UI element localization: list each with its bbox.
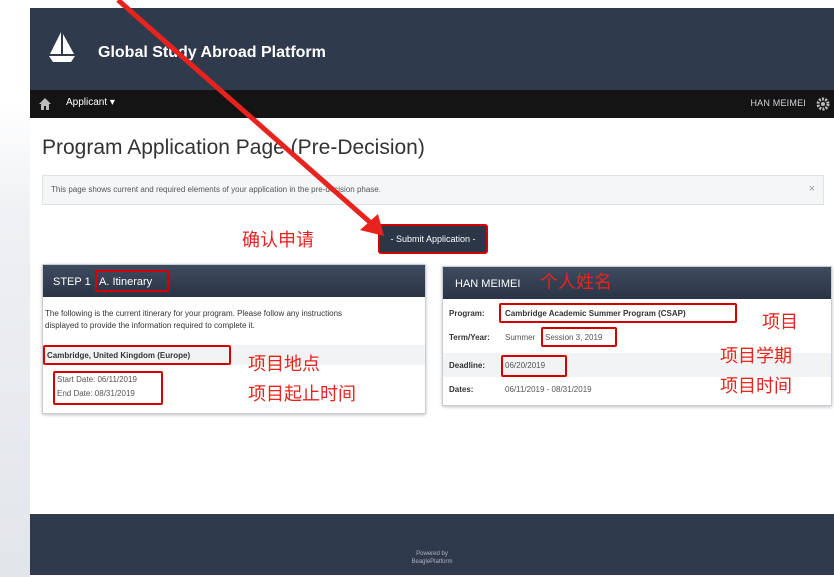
step-label: STEP 1 — [53, 276, 91, 288]
user-menu[interactable]: HAN MEIMEI — [750, 98, 806, 108]
home-icon[interactable] — [38, 97, 52, 111]
annotation-personal-name: 个人姓名 — [540, 272, 612, 292]
deadline-value: 06/20/2019 — [505, 361, 546, 370]
itinerary-description-2: displayed to provide the information req… — [45, 321, 255, 330]
itinerary-panel-header: STEP 1 A. Itinerary — [43, 265, 425, 297]
submit-application-button[interactable]: - Submit Application - — [378, 224, 488, 254]
annotation-location: 项目地点 — [248, 354, 320, 374]
program-label: Program: — [449, 309, 485, 318]
itinerary-location[interactable]: Cambridge, United Kingdom (Europe) — [47, 351, 190, 360]
page-edge-shade — [0, 0, 30, 577]
itinerary-title[interactable]: A. Itinerary — [99, 276, 152, 288]
term-value: Session 3, 2019 — [545, 333, 603, 342]
deadline-label: Deadline: — [449, 361, 486, 370]
program-value[interactable]: Cambridge Academic Summer Program (CSAP) — [505, 309, 686, 318]
app-window: Global Study Abroad Platform Applicant ▾… — [30, 8, 834, 575]
annotation-program: 项目 — [762, 312, 798, 332]
powered-by: Powered by BeaglePlatform — [30, 550, 834, 566]
profile-name: HAN MEIMEI — [455, 278, 521, 290]
gear-icon[interactable] — [816, 97, 830, 111]
brand-title[interactable]: Global Study Abroad Platform — [98, 44, 326, 62]
start-date: Start Date: 06/11/2019 — [57, 375, 137, 384]
close-icon[interactable]: × — [809, 183, 815, 195]
top-navbar: Applicant ▾ HAN MEIMEI — [30, 90, 834, 118]
info-alert: This page shows current and required ele… — [42, 175, 824, 205]
term-prefix: Summer — [505, 333, 536, 342]
applicant-menu[interactable]: Applicant ▾ — [66, 97, 115, 108]
platform-name[interactable]: BeaglePlatform — [30, 558, 834, 566]
dates-value: 06/11/2019 - 08/31/2019 — [505, 385, 592, 394]
app-header: Global Study Abroad Platform — [30, 8, 834, 90]
annotation-term: 项目学期 — [720, 346, 792, 366]
profile-panel-header: HAN MEIMEI — [443, 267, 831, 299]
footer: Powered by BeaglePlatform — [30, 514, 834, 575]
end-date: End Date: 08/31/2019 — [57, 389, 135, 398]
term-label: Term/Year: — [449, 333, 490, 342]
itinerary-description-1: The following is the current itinerary f… — [45, 309, 343, 318]
info-alert-text: This page shows current and required ele… — [51, 185, 381, 194]
annotation-confirm: 确认申请 — [242, 230, 314, 250]
dates-label: Dates: — [449, 385, 474, 394]
sailboat-logo-icon — [49, 32, 75, 62]
annotation-start-end: 项目起止时间 — [248, 384, 356, 404]
itinerary-panel: STEP 1 A. Itinerary The following is the… — [42, 264, 426, 414]
annotation-dates: 项目时间 — [720, 376, 792, 396]
page-title: Program Application Page (Pre-Decision) — [42, 136, 425, 159]
powered-by-text: Powered by — [416, 551, 448, 557]
